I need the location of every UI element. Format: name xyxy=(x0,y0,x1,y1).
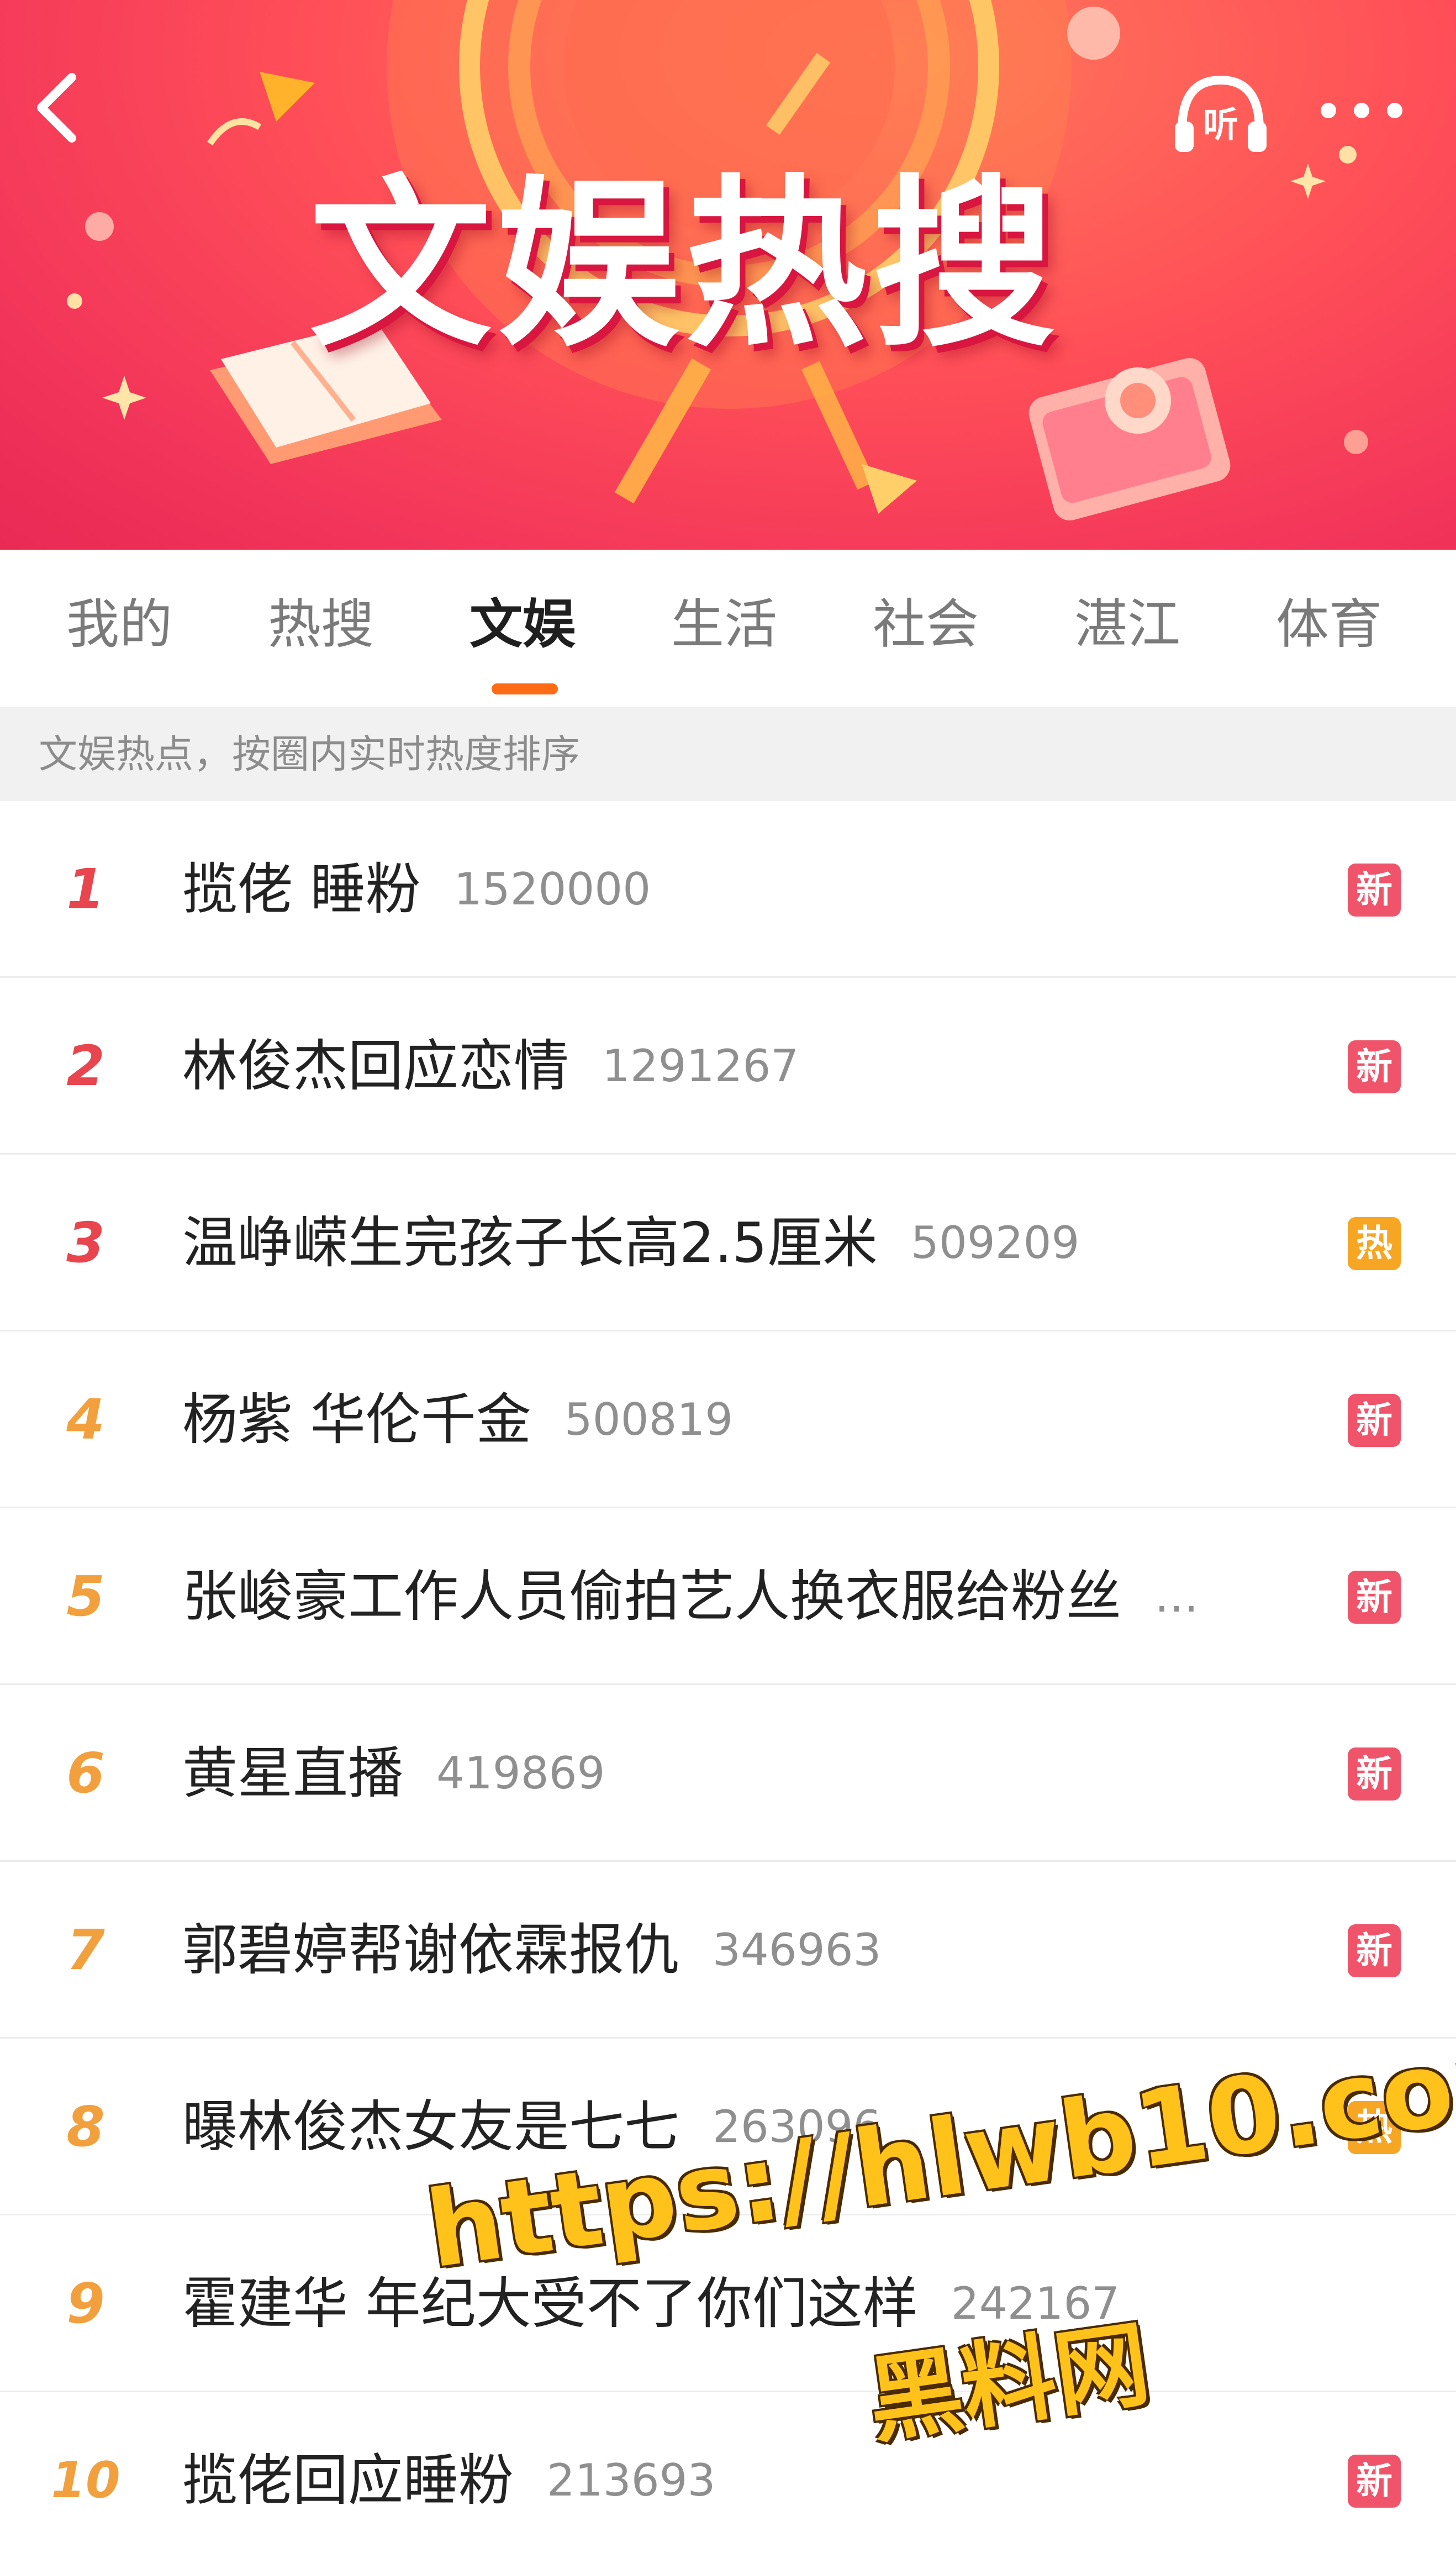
topic: 揽佬回应睡粉 213693 xyxy=(182,2392,715,2569)
listen-label: 听 xyxy=(1203,105,1238,146)
category-tabs: 我的 热搜 文娱 生活 社会 湛江 体育 xyxy=(0,550,1456,707)
list-item[interactable]: 3 温峥嵘生完孩子长高2.5厘米 509209 热 xyxy=(0,1155,1456,1331)
new-badge: 新 xyxy=(1348,864,1401,917)
new-badge: 新 xyxy=(1348,1040,1401,1093)
list-item[interactable]: 5 张峻豪工作人员偷拍艺人换衣服给粉丝 … 新 xyxy=(0,1508,1456,1685)
active-tab-indicator xyxy=(492,683,558,694)
list-item[interactable]: 1 揽佬 睡粉 1520000 新 xyxy=(0,801,1456,978)
new-badge: 新 xyxy=(1348,1571,1401,1624)
more-dots-icon[interactable] xyxy=(1315,94,1408,127)
list-item[interactable]: 8 曝林俊杰女友是七七 263096 热 xyxy=(0,2039,1456,2215)
tab-zhanjiang[interactable]: 湛江 xyxy=(1074,588,1180,671)
rank-number: 5 xyxy=(66,1564,105,1629)
heat-count: 263096 xyxy=(713,2101,882,2152)
list-item[interactable]: 7 郭碧婷帮谢依霖报仇 346963 新 xyxy=(0,1862,1456,2039)
topic-title[interactable]: 郭碧婷帮谢依霖报仇 xyxy=(182,1918,679,1982)
new-badge: 新 xyxy=(1348,1924,1401,1977)
topic-title[interactable]: 霍建华 年纪大受不了你们这样 xyxy=(182,2271,918,2336)
topic-title[interactable]: 黄星直播 xyxy=(182,1741,403,1805)
topic: 黄星直播 419869 xyxy=(182,1685,605,1862)
tab-life[interactable]: 生活 xyxy=(671,588,777,671)
new-badge: 新 xyxy=(1348,1747,1401,1801)
heat-count: 1520000 xyxy=(453,864,651,915)
topic-title[interactable]: 曝林俊杰女友是七七 xyxy=(182,2094,679,2159)
rank-number: 2 xyxy=(66,1034,105,1098)
rank-number: 8 xyxy=(66,2094,105,2159)
truncation-ellipsis: … xyxy=(1154,1571,1199,1622)
heat-count: 509209 xyxy=(911,1217,1080,1268)
tab-entertainment[interactable]: 文娱 xyxy=(469,588,576,671)
topic-title[interactable]: 张峻豪工作人员偷拍艺人换衣服给粉丝 xyxy=(182,1564,1121,1629)
topic: 郭碧婷帮谢依霖报仇 346963 xyxy=(182,1862,881,2039)
topic: 温峥嵘生完孩子长高2.5厘米 509209 xyxy=(182,1155,1079,1331)
new-badge: 新 xyxy=(1348,2455,1401,2508)
topic-title[interactable]: 温峥嵘生完孩子长高2.5厘米 xyxy=(182,1210,878,1275)
heat-count: 242167 xyxy=(951,2278,1120,2329)
rank-number: 3 xyxy=(66,1210,105,1275)
topic: 曝林俊杰女友是七七 263096 xyxy=(182,2039,881,2215)
topic: 霍建华 年纪大受不了你们这样 242167 xyxy=(182,2215,1120,2392)
list-item[interactable]: 2 林俊杰回应恋情 1291267 新 xyxy=(0,978,1456,1155)
banner-title: 文娱热搜 xyxy=(309,159,1061,371)
tab-hot-search[interactable]: 热搜 xyxy=(268,588,374,671)
topic: 林俊杰回应恋情 1291267 xyxy=(182,978,799,1155)
header-banner: 文娱热搜 听 xyxy=(0,0,1456,550)
hot-badge: 热 xyxy=(1348,1217,1401,1270)
list-item[interactable]: 9 霍建华 年纪大受不了你们这样 242167 xyxy=(0,2215,1456,2392)
heat-count: 213693 xyxy=(547,2455,716,2506)
heat-count: 1291267 xyxy=(602,1040,799,1092)
rank-number: 7 xyxy=(66,1918,105,1982)
hot-badge: 热 xyxy=(1348,2101,1401,2154)
tab-sports[interactable]: 体育 xyxy=(1276,588,1382,671)
back-arrow-icon[interactable] xyxy=(28,66,88,149)
topic-title[interactable]: 杨紫 华伦千金 xyxy=(182,1387,531,1452)
topic-title[interactable]: 揽佬回应睡粉 xyxy=(182,2448,514,2513)
rank-number: 9 xyxy=(66,2271,105,2336)
list-item[interactable]: 10 揽佬回应睡粉 213693 新 xyxy=(0,2392,1456,2569)
new-badge: 新 xyxy=(1348,1394,1401,1447)
rank-number: 1 xyxy=(66,857,105,922)
list-item[interactable]: 6 黄星直播 419869 新 xyxy=(0,1685,1456,1862)
heat-count: 500819 xyxy=(564,1394,734,1445)
rank-number: 6 xyxy=(66,1741,105,1805)
topic-title[interactable]: 揽佬 睡粉 xyxy=(182,857,421,922)
list-item[interactable]: 4 杨紫 华伦千金 500819 新 xyxy=(0,1331,1456,1508)
topic: 杨紫 华伦千金 500819 xyxy=(182,1331,733,1508)
rank-number: 10 xyxy=(51,2451,120,2509)
heat-count: 346963 xyxy=(713,1924,882,1976)
topic-title[interactable]: 林俊杰回应恋情 xyxy=(182,1034,569,1098)
list-description: 文娱热点，按圈内实时热度排序 xyxy=(0,707,1456,801)
rank-number: 4 xyxy=(66,1387,105,1452)
tab-society[interactable]: 社会 xyxy=(873,588,979,671)
headphones-icon[interactable]: 听 xyxy=(1168,72,1273,155)
heat-count: 419869 xyxy=(436,1747,605,1799)
topic: 揽佬 睡粉 1520000 xyxy=(182,801,651,978)
tab-mine[interactable]: 我的 xyxy=(66,588,172,671)
topic: 张峻豪工作人员偷拍艺人换衣服给粉丝 … xyxy=(182,1508,1199,1685)
